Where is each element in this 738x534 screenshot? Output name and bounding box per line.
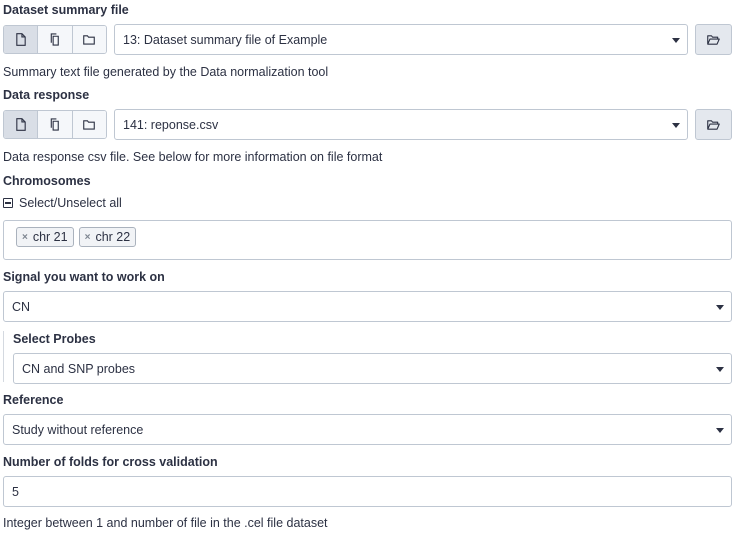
chromosome-tag: × chr 21 [16,227,74,247]
data-response-select[interactable]: 141: reponse.csv [114,109,688,140]
chromosome-tag-label: chr 21 [32,230,68,244]
data-response-label: Data response [3,88,90,102]
chromosomes-multiselect[interactable]: × chr 21 × chr 22 [3,220,732,260]
minus-square-icon [3,198,13,208]
folds-label: Number of folds for cross validation [3,455,218,469]
probes-selected: CN and SNP probes [22,361,136,376]
probes-label: Select Probes [13,332,96,346]
chromosome-tag-label: chr 22 [95,230,131,244]
folder-open-icon [707,34,720,45]
dataset-summary-select[interactable]: 13: Dataset summary file of Example [114,24,688,55]
remove-tag-icon[interactable]: × [22,232,28,243]
file-icon [15,33,26,46]
signal-label: Signal you want to work on [3,270,165,284]
copy-icon [50,118,59,131]
probes-section-indicator [3,331,7,382]
dataset-summary-help: Summary text file generated by the Data … [3,65,329,79]
multiple-files-mode-button[interactable] [38,111,73,138]
probes-select[interactable]: CN and SNP probes [13,353,732,384]
signal-select[interactable]: CN [3,291,732,322]
chevron-down-icon [716,428,724,433]
dataset-summary-selected: 13: Dataset summary file of Example [123,32,328,47]
reference-label: Reference [3,393,64,407]
folds-help: Integer between 1 and number of file in … [3,516,328,530]
chevron-down-icon [672,38,680,43]
signal-selected: CN [12,299,31,314]
single-file-mode-button[interactable] [4,111,39,138]
chromosome-tag: × chr 22 [78,227,137,247]
file-icon [15,118,26,131]
dataset-summary-browse-button[interactable] [695,24,732,55]
copy-icon [50,33,59,46]
select-unselect-all-toggle[interactable]: Select/Unselect all [3,196,122,210]
collection-mode-button[interactable] [72,26,106,53]
data-response-help: Data response csv file. See below for mo… [3,150,383,164]
folder-open-icon [707,119,720,130]
data-response-mode-group [3,110,107,139]
dataset-summary-mode-group [3,25,107,54]
multiple-files-mode-button[interactable] [38,26,73,53]
chromosomes-label: Chromosomes [3,174,91,188]
folder-icon [83,35,96,45]
collection-mode-button[interactable] [72,111,106,138]
select-unselect-all-label: Select/Unselect all [19,196,122,210]
chevron-down-icon [716,305,724,310]
remove-tag-icon[interactable]: × [85,232,91,243]
dataset-summary-label: Dataset summary file [3,3,129,17]
reference-select[interactable]: Study without reference [3,414,732,445]
folder-icon [83,120,96,130]
chevron-down-icon [672,123,680,128]
reference-selected: Study without reference [12,422,144,437]
folds-input[interactable] [3,476,732,507]
data-response-browse-button[interactable] [695,109,732,140]
data-response-selected: 141: reponse.csv [123,117,219,132]
chevron-down-icon [716,367,724,372]
single-file-mode-button[interactable] [4,26,39,53]
